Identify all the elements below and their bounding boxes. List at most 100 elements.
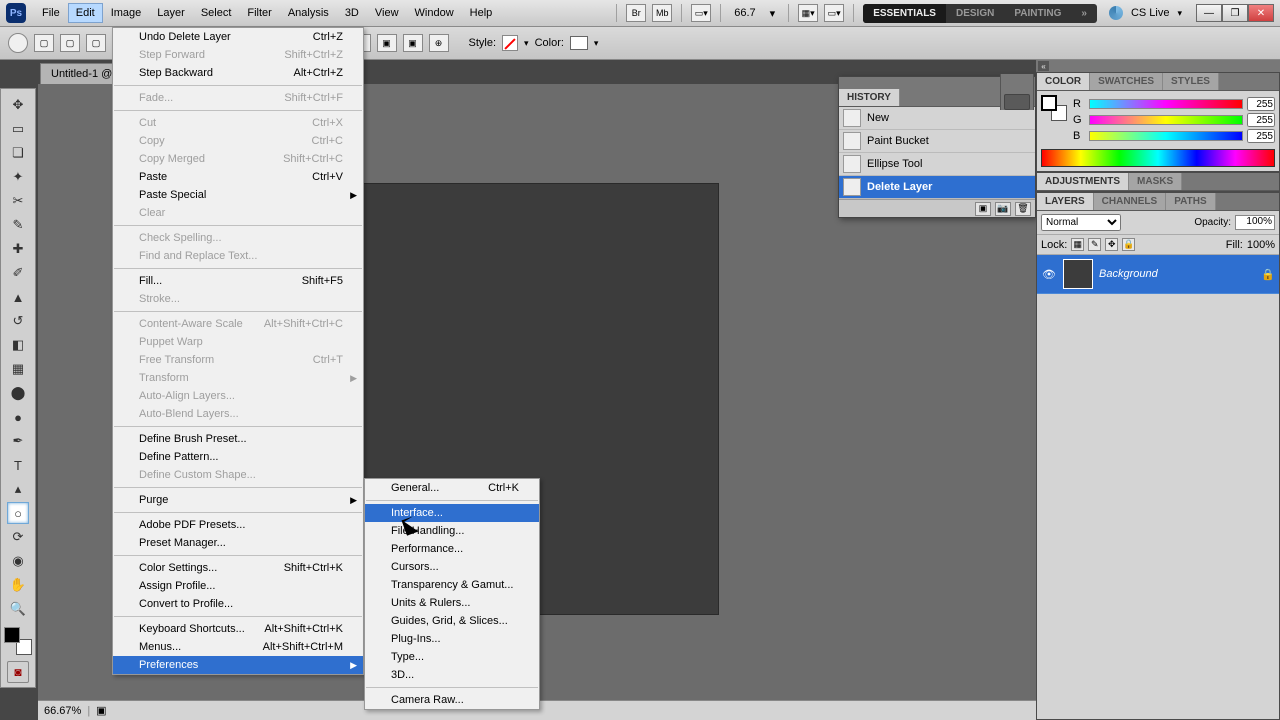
eyedropper-tool[interactable]: ✎ <box>7 214 29 236</box>
menu-3d[interactable]: 3D <box>337 3 367 23</box>
bridge-icon[interactable]: Br <box>626 4 646 22</box>
edit-item-27[interactable]: Define Pattern... <box>113 448 363 466</box>
history-brush-tool[interactable]: ↺ <box>7 310 29 332</box>
status-doc-icon[interactable]: ▣ <box>96 704 106 717</box>
layer-thumbnail[interactable] <box>1063 259 1093 289</box>
screen-mode-icon[interactable]: ▭▾ <box>691 4 711 22</box>
opacity-input[interactable]: 100% <box>1235 215 1275 230</box>
g-input[interactable] <box>1247 113 1275 127</box>
history-delete-icon[interactable]: 🗑 <box>1015 202 1031 216</box>
edit-item-0[interactable]: Undo Delete LayerCtrl+Z <box>113 28 363 46</box>
lock-position-icon[interactable]: ✥ <box>1105 238 1118 251</box>
window-minimize[interactable]: — <box>1196 4 1222 22</box>
history-new-doc-icon[interactable]: ▣ <box>975 202 991 216</box>
prefs-item-4[interactable]: Performance... <box>365 540 539 558</box>
history-item-2[interactable]: Ellipse Tool <box>839 153 1035 176</box>
lock-transparent-icon[interactable]: ▦ <box>1071 238 1084 251</box>
shape-layers-icon[interactable]: ▢ <box>34 34 54 52</box>
r-input[interactable] <box>1247 97 1275 111</box>
color-swatches[interactable] <box>4 627 32 655</box>
history-item-1[interactable]: Paint Bucket <box>839 130 1035 153</box>
view-extras-icon[interactable]: ▦▾ <box>798 4 818 22</box>
menu-layer[interactable]: Layer <box>149 3 193 23</box>
prefs-item-13[interactable]: Camera Raw... <box>365 691 539 709</box>
color-swatch[interactable] <box>570 36 588 50</box>
g-slider[interactable] <box>1089 115 1243 125</box>
prefs-item-8[interactable]: Guides, Grid, & Slices... <box>365 612 539 630</box>
lock-all-icon[interactable]: 🔒 <box>1122 238 1135 251</box>
channels-tab[interactable]: CHANNELS <box>1094 193 1167 210</box>
menu-image[interactable]: Image <box>103 3 150 23</box>
edit-item-30[interactable]: Purge▶ <box>113 491 363 509</box>
workspace-essentials[interactable]: ESSENTIALS <box>863 4 946 23</box>
prefs-item-6[interactable]: Transparency & Gamut... <box>365 576 539 594</box>
history-item-3[interactable]: Delete Layer <box>839 176 1035 199</box>
prefs-item-9[interactable]: Plug-Ins... <box>365 630 539 648</box>
menu-edit[interactable]: Edit <box>68 3 103 23</box>
layers-tab[interactable]: LAYERS <box>1037 193 1094 210</box>
dock-collapse-icon[interactable]: « <box>1038 61 1049 71</box>
marquee-tool[interactable]: ▭ <box>7 118 29 140</box>
edit-item-35[interactable]: Color Settings...Shift+Ctrl+K <box>113 559 363 577</box>
path-select-tool[interactable]: ▴ <box>7 478 29 500</box>
workspace-painting[interactable]: PAINTING <box>1004 4 1071 23</box>
edit-item-2[interactable]: Step BackwardAlt+Ctrl+Z <box>113 64 363 82</box>
arrange-icon[interactable]: ▭▾ <box>824 4 844 22</box>
3d-tool[interactable]: ⟳ <box>7 526 29 548</box>
styles-tab[interactable]: STYLES <box>1163 73 1219 90</box>
prefs-item-2[interactable]: Interface... <box>365 504 539 522</box>
swatches-tab[interactable]: SWATCHES <box>1090 73 1163 90</box>
stamp-tool[interactable]: ▲ <box>7 286 29 308</box>
prefs-item-5[interactable]: Cursors... <box>365 558 539 576</box>
current-tool-icon[interactable] <box>8 33 28 53</box>
blur-tool[interactable]: ⬤ <box>7 382 29 404</box>
hand-tool[interactable]: ✋ <box>7 574 29 596</box>
fill-input[interactable]: 100% <box>1247 239 1275 251</box>
pen-tool[interactable]: ✒ <box>7 430 29 452</box>
menu-analysis[interactable]: Analysis <box>280 3 337 23</box>
pathop-5-icon[interactable]: ⊕ <box>429 34 449 52</box>
pathop-3-icon[interactable]: ▣ <box>377 34 397 52</box>
blend-mode-select[interactable]: Normal <box>1041 214 1121 231</box>
masks-tab[interactable]: MASKS <box>1129 173 1182 190</box>
style-none-icon[interactable] <box>502 35 518 51</box>
prefs-item-11[interactable]: 3D... <box>365 666 539 684</box>
prefs-item-3[interactable]: File Handling... <box>365 522 539 540</box>
adjustments-tab[interactable]: ADJUSTMENTS <box>1037 173 1129 190</box>
zoom-level[interactable]: 66.7 <box>730 7 759 19</box>
edit-item-39[interactable]: Keyboard Shortcuts...Alt+Shift+Ctrl+K <box>113 620 363 638</box>
menu-filter[interactable]: Filter <box>239 3 279 23</box>
edit-item-40[interactable]: Menus...Alt+Shift+Ctrl+M <box>113 638 363 656</box>
b-input[interactable] <box>1247 129 1275 143</box>
lasso-tool[interactable]: ❏ <box>7 142 29 164</box>
edit-item-41[interactable]: Preferences▶ <box>113 656 363 674</box>
menu-view[interactable]: View <box>367 3 407 23</box>
cslive-icon[interactable] <box>1109 6 1123 20</box>
edit-item-32[interactable]: Adobe PDF Presets... <box>113 516 363 534</box>
fill-pixels-icon[interactable]: ▢ <box>86 34 106 52</box>
eraser-tool[interactable]: ◧ <box>7 334 29 356</box>
window-close[interactable]: ✕ <box>1248 4 1274 22</box>
workspace-design[interactable]: DESIGN <box>946 4 1004 23</box>
menu-select[interactable]: Select <box>193 3 240 23</box>
paths-icon[interactable]: ▢ <box>60 34 80 52</box>
document-tab[interactable]: Untitled-1 @ <box>40 63 123 84</box>
cslive-label[interactable]: CS Live <box>1131 7 1170 19</box>
layer-row[interactable]: 👁 Background 🔒 <box>1037 255 1279 294</box>
color-tab[interactable]: COLOR <box>1037 73 1090 90</box>
brush-tool[interactable]: ✐ <box>7 262 29 284</box>
layer-visibility-icon[interactable]: 👁 <box>1041 266 1057 282</box>
status-zoom[interactable]: 66.67% <box>44 705 81 717</box>
3d-camera-tool[interactable]: ◉ <box>7 550 29 572</box>
menu-window[interactable]: Window <box>407 3 462 23</box>
collapsed-panel-icon[interactable] <box>1004 94 1030 110</box>
history-tab[interactable]: HISTORY <box>839 89 900 106</box>
color-spectrum[interactable] <box>1041 149 1275 167</box>
lock-image-icon[interactable]: ✎ <box>1088 238 1101 251</box>
gradient-tool[interactable]: ▦ <box>7 358 29 380</box>
dodge-tool[interactable]: ● <box>7 406 29 428</box>
menu-help[interactable]: Help <box>462 3 501 23</box>
foreground-color[interactable] <box>4 627 20 643</box>
edit-item-9[interactable]: PasteCtrl+V <box>113 168 363 186</box>
workspace-more[interactable]: » <box>1071 4 1097 23</box>
